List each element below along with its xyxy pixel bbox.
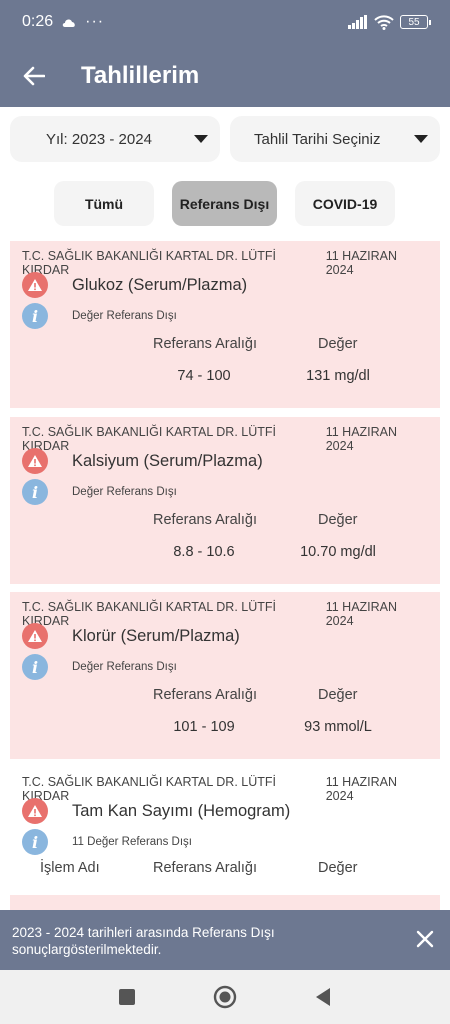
result-date: 11 HAZIRAN 2024 — [325, 425, 398, 453]
reference-range-header: Referans Aralığı — [153, 336, 257, 352]
close-icon[interactable] — [416, 930, 434, 948]
recents-button[interactable] — [113, 983, 141, 1011]
warning-triangle-icon — [22, 448, 48, 474]
info-icon[interactable]: i — [22, 654, 48, 680]
result-date: 11 HAZIRAN 2024 — [325, 775, 398, 803]
test-date-dropdown-value: Tahlil Tarihi Seçiniz — [254, 130, 381, 148]
filter-bar: Yıl: 2023 - 2024 Tahlil Tarihi Seçiniz — [10, 116, 440, 162]
result-date: 11 HAZIRAN 2024 — [325, 600, 398, 628]
wifi-icon — [374, 14, 394, 30]
status-time: 0:26 — [22, 13, 54, 30]
out-of-range-note: Değer Referans Dışı — [72, 661, 177, 673]
result-value: 93 mmol/L — [304, 719, 372, 735]
out-of-range-note: 11 Değer Referans Dışı — [72, 836, 192, 848]
snackbar-message: 2023 - 2024 tarihleri arasında Referans … — [12, 925, 275, 957]
tab-covid-19[interactable]: COVID-19 — [295, 181, 395, 226]
cloud-icon — [62, 18, 75, 27]
test-name: Glukoz (Serum/Plazma) — [72, 275, 248, 294]
tab-out-of-range[interactable]: Referans Dışı — [172, 181, 277, 226]
app-bar: Tahlillerim — [0, 44, 450, 107]
square-icon — [119, 989, 135, 1005]
home-circle-icon — [213, 985, 237, 1009]
more-notifications-icon: ··· — [85, 13, 105, 30]
triangle-back-icon — [316, 988, 330, 1006]
result-value: 10.70 mg/dl — [300, 544, 376, 560]
dropdown-caret-icon — [414, 135, 428, 143]
operation-name-header: İşlem Adı — [40, 860, 100, 876]
reference-range: 101 - 109 — [173, 719, 235, 735]
back-nav-button[interactable] — [309, 983, 337, 1011]
result-card[interactable]: T.C. SAĞLIK BAKANLIĞI KARTAL DR. LÜTFİ K… — [10, 241, 440, 408]
warning-triangle-icon — [22, 272, 48, 298]
value-header: Değer — [318, 860, 358, 876]
hospital-name: T.C. SAĞLIK BAKANLIĞI KARTAL DR. LÜTFİ K… — [22, 249, 277, 277]
test-name: Klorür (Serum/Plazma) — [72, 626, 240, 645]
page-title: Tahlillerim — [81, 61, 200, 89]
dropdown-caret-icon — [194, 135, 208, 143]
result-value: 131 mg/dl — [306, 368, 370, 384]
result-card[interactable]: T.C. SAĞLIK BAKANLIĞI KARTAL DR. LÜTFİ K… — [10, 767, 440, 887]
info-icon[interactable]: i — [22, 479, 48, 505]
battery-icon: 55 — [400, 15, 431, 29]
snackbar: 2023 - 2024 tarihleri arasında Referans … — [0, 910, 450, 970]
result-card[interactable]: T.C. SAĞLIK BAKANLIĞI KARTAL DR. LÜTFİ K… — [10, 592, 440, 759]
year-dropdown[interactable]: Yıl: 2023 - 2024 — [10, 116, 220, 162]
out-of-range-note: Değer Referans Dışı — [72, 486, 177, 498]
reference-range: 8.8 - 10.6 — [173, 544, 235, 560]
result-card-partial — [10, 895, 440, 910]
test-name: Kalsiyum (Serum/Plazma) — [72, 451, 263, 470]
warning-triangle-icon — [22, 798, 48, 824]
reference-range-header: Referans Aralığı — [153, 687, 257, 703]
result-card[interactable]: T.C. SAĞLIK BAKANLIĞI KARTAL DR. LÜTFİ K… — [10, 417, 440, 584]
back-button[interactable] — [20, 62, 48, 90]
reference-range: 74 - 100 — [177, 368, 231, 384]
reference-range-header: Referans Aralığı — [153, 512, 257, 528]
value-header: Değer — [318, 687, 358, 703]
value-header: Değer — [318, 336, 358, 352]
year-dropdown-value: Yıl: 2023 - 2024 — [46, 130, 152, 148]
result-date: 11 HAZIRAN 2024 — [325, 249, 398, 277]
hospital-name: T.C. SAĞLIK BAKANLIĞI KARTAL DR. LÜTFİ K… — [22, 425, 277, 453]
value-header: Değer — [318, 512, 358, 528]
reference-range-header: Referans Aralığı — [153, 860, 257, 876]
system-nav-bar — [0, 970, 450, 1024]
test-date-dropdown[interactable]: Tahlil Tarihi Seçiniz — [230, 116, 440, 162]
home-button[interactable] — [211, 983, 239, 1011]
hospital-name: T.C. SAĞLIK BAKANLIĞI KARTAL DR. LÜTFİ K… — [22, 600, 277, 628]
arrow-left-icon — [23, 66, 45, 85]
warning-triangle-icon — [22, 623, 48, 649]
info-icon[interactable]: i — [22, 303, 48, 329]
status-bar: 0:26 ··· 55 — [0, 0, 450, 44]
tab-all[interactable]: Tümü — [54, 181, 154, 226]
hospital-name: T.C. SAĞLIK BAKANLIĞI KARTAL DR. LÜTFİ K… — [22, 775, 277, 803]
out-of-range-note: Değer Referans Dışı — [72, 310, 177, 322]
test-name: Tam Kan Sayımı (Hemogram) — [72, 801, 291, 820]
signal-icon — [348, 15, 367, 29]
battery-level: 55 — [408, 16, 420, 28]
filter-tabs: Tümü Referans Dışı COVID-19 — [54, 181, 395, 226]
info-icon[interactable]: i — [22, 829, 48, 855]
